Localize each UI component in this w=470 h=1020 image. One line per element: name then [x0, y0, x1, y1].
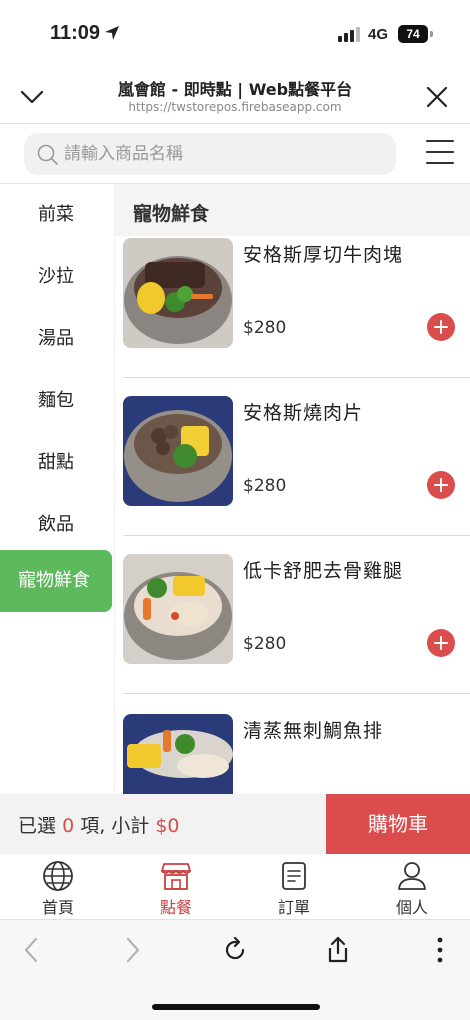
product-name: 安格斯燒肉片 — [243, 402, 364, 424]
category-label: 前菜 — [38, 204, 74, 225]
category-label: 沙拉 — [38, 266, 74, 287]
tab-orders[interactable]: 訂單 — [244, 860, 344, 918]
location-arrow-icon — [105, 26, 119, 40]
reload-icon[interactable] — [222, 936, 248, 964]
category-item[interactable]: 甜點 — [0, 432, 112, 494]
status-bar: 11:09 4G 74 — [0, 0, 470, 66]
category-item[interactable]: 湯品 — [0, 308, 112, 370]
back-icon[interactable] — [20, 936, 42, 964]
tab-order[interactable]: 點餐 — [126, 860, 226, 918]
cart-subtotal-label: 項, 小計 — [80, 815, 150, 837]
product-price: $280 — [243, 476, 287, 496]
category-label: 麵包 — [38, 390, 74, 411]
product-name: 清蒸無刺鯛魚排 — [243, 720, 384, 742]
status-time: 11:09 — [50, 22, 101, 44]
divider — [123, 693, 470, 694]
product-image — [123, 396, 233, 506]
search-input[interactable] — [64, 133, 384, 175]
category-label: 寵物鮮食 — [18, 570, 90, 591]
globe-icon — [43, 861, 73, 891]
network-type: 4G — [368, 26, 389, 43]
page-url: https://twstorepos.firebaseapp.com — [128, 100, 342, 114]
product-item[interactable]: 安格斯厚切牛肉塊 $280 — [115, 220, 470, 378]
search-box[interactable] — [24, 133, 396, 175]
category-item[interactable]: 麵包 — [0, 370, 112, 432]
product-image — [123, 714, 233, 794]
tab-label: 個人 — [395, 898, 428, 917]
product-name: 低卡舒肥去骨雞腿 — [243, 560, 404, 582]
search-row — [0, 124, 470, 184]
browser-toolbar — [0, 920, 470, 1020]
cart-total: $0 — [155, 815, 180, 837]
product-price: $280 — [243, 634, 287, 654]
product-list[interactable]: 寵物鮮食 安格斯厚切牛肉塊 $280 安格斯燒肉片 $280 低卡舒肥去骨雞腿 … — [114, 184, 470, 794]
category-item[interactable]: 沙拉 — [0, 246, 112, 308]
category-item-active[interactable]: 寵物鮮食 — [0, 550, 112, 612]
cart-prefix: 已選 — [18, 815, 57, 837]
category-item[interactable]: 飲品 — [0, 494, 112, 556]
product-item[interactable]: 低卡舒肥去骨雞腿 $280 — [115, 536, 470, 694]
battery-tip — [430, 31, 433, 37]
more-options-icon[interactable] — [430, 936, 450, 964]
cart-count: 0 — [62, 815, 75, 837]
product-image — [123, 554, 233, 664]
close-icon[interactable] — [424, 84, 450, 110]
category-label: 飲品 — [38, 514, 74, 535]
battery-icon: 74 — [398, 25, 428, 43]
tab-profile[interactable]: 個人 — [362, 860, 462, 918]
cart-summary: 已選 0 項, 小計 $0 — [18, 811, 180, 838]
tab-home[interactable]: 首頁 — [8, 860, 108, 918]
cart-summary-bar: 已選 0 項, 小計 $0 購物車 — [0, 794, 470, 854]
category-item[interactable]: 前菜 — [0, 184, 112, 246]
tab-label: 首頁 — [41, 898, 74, 917]
add-to-cart-button[interactable] — [427, 313, 455, 341]
category-label: 湯品 — [38, 328, 74, 349]
store-icon — [161, 863, 191, 890]
product-item[interactable]: 清蒸無刺鯛魚排 — [115, 696, 470, 794]
add-to-cart-button[interactable] — [427, 629, 455, 657]
person-icon — [398, 862, 426, 890]
home-indicator — [152, 1004, 320, 1010]
category-label: 甜點 — [38, 452, 74, 473]
search-icon — [37, 144, 58, 165]
add-to-cart-button[interactable] — [427, 471, 455, 499]
hamburger-menu-icon[interactable] — [426, 140, 454, 164]
tab-label: 點餐 — [159, 898, 192, 917]
bottom-tab-bar: 首頁 點餐 訂單 個人 — [0, 854, 470, 920]
browser-header: 嵐會館 - 即時點 | Web點餐平台 https://twstorepos.f… — [0, 66, 470, 124]
tab-label: 訂單 — [277, 898, 310, 917]
share-icon[interactable] — [325, 936, 351, 964]
page-title: 嵐會館 - 即時點 | Web點餐平台 — [117, 80, 353, 99]
product-item[interactable]: 安格斯燒肉片 $280 — [115, 378, 470, 536]
forward-icon[interactable] — [122, 936, 144, 964]
cell-signal-icon — [338, 26, 360, 42]
product-name: 安格斯厚切牛肉塊 — [243, 244, 404, 266]
receipt-icon — [282, 862, 306, 890]
chevron-down-icon[interactable] — [18, 82, 46, 110]
product-image — [123, 238, 233, 348]
category-sidebar: 前菜 沙拉 湯品 麵包 甜點 飲品 寵物鮮食 — [0, 184, 114, 794]
cart-button[interactable]: 購物車 — [326, 794, 470, 854]
product-price: $280 — [243, 318, 287, 338]
